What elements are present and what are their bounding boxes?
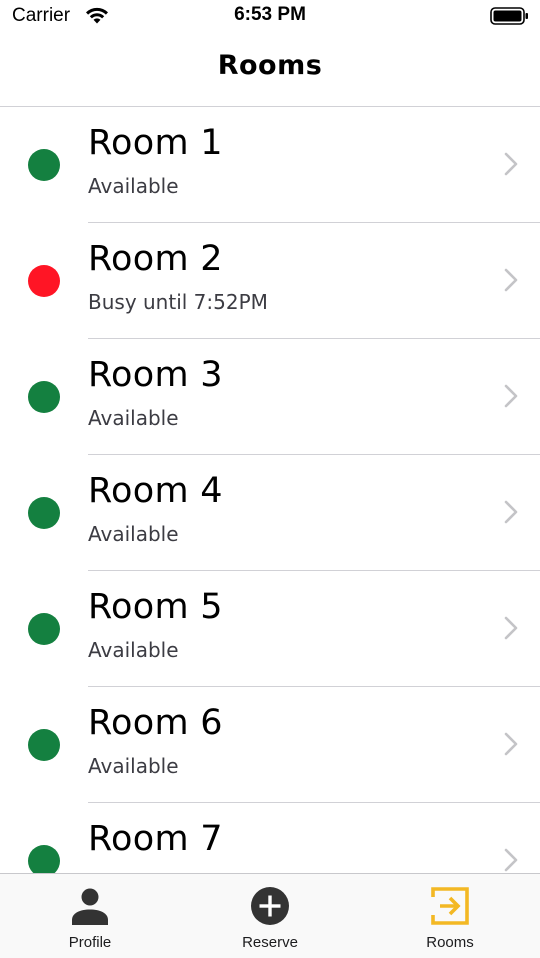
chevron-right-icon [504, 384, 518, 408]
room-name: Room 6 [88, 703, 223, 743]
room-name: Room 5 [88, 587, 223, 627]
person-icon [72, 888, 108, 925]
room-name: Room 7 [88, 819, 223, 859]
rooms-screen: Carrier 6:53 PM Rooms Room 1 Available Roo… [0, 0, 540, 958]
room-status: Available [88, 174, 179, 198]
chevron-right-icon [504, 152, 518, 176]
room-status: Available [88, 406, 179, 430]
tab-bar: Profile Reserve Rooms [0, 873, 540, 958]
chevron-right-icon [504, 268, 518, 292]
tab-label: Profile [68, 934, 112, 951]
status-bar: Carrier 6:53 PM [0, 0, 540, 34]
chevron-right-icon [504, 616, 518, 640]
room-name: Room 2 [88, 239, 223, 279]
room-name: Room 3 [88, 355, 223, 395]
room-name: Room 1 [88, 123, 223, 163]
tab-label: Reserve [242, 934, 298, 951]
status-dot-available [28, 613, 60, 645]
status-dot-busy [28, 265, 60, 297]
tab-rooms[interactable]: Rooms [360, 874, 540, 958]
tab-profile[interactable]: Profile [0, 874, 180, 958]
room-name: Room 4 [88, 471, 223, 511]
chevron-right-icon [504, 848, 518, 872]
room-row[interactable]: Room 5 Available [0, 571, 540, 687]
room-status: Available [88, 754, 179, 778]
status-dot-available [28, 845, 60, 873]
status-dot-available [28, 149, 60, 181]
navigation-bar: Rooms [0, 34, 540, 107]
plus-circle-icon [251, 887, 289, 925]
status-dot-available [28, 729, 60, 761]
enter-room-icon [431, 887, 469, 925]
chevron-right-icon [504, 732, 518, 756]
battery-icon [490, 7, 528, 25]
chevron-right-icon [504, 500, 518, 524]
status-dot-available [28, 497, 60, 529]
tab-reserve[interactable]: Reserve [180, 874, 360, 958]
room-row[interactable]: Room 2 Busy until 7:52PM [0, 223, 540, 339]
room-list[interactable]: Room 1 Available Room 2 Busy until 7:52PM Ro… [0, 107, 540, 873]
room-row[interactable]: Room 7Available [0, 803, 540, 873]
status-dot-available [28, 381, 60, 413]
room-status: Available [88, 638, 179, 662]
room-row[interactable]: Room 6 Available [0, 687, 540, 803]
status-time: 6:53 PM [234, 4, 306, 25]
tab-label: Rooms [426, 934, 474, 951]
room-status: Available [88, 522, 179, 546]
room-row[interactable]: Room 3 Available [0, 339, 540, 455]
page-title: Rooms [217, 50, 323, 81]
room-row[interactable]: Room 1 Available [0, 107, 540, 223]
room-status: Busy until 7:52PM [88, 290, 268, 314]
room-row[interactable]: Room 4 Available [0, 455, 540, 571]
